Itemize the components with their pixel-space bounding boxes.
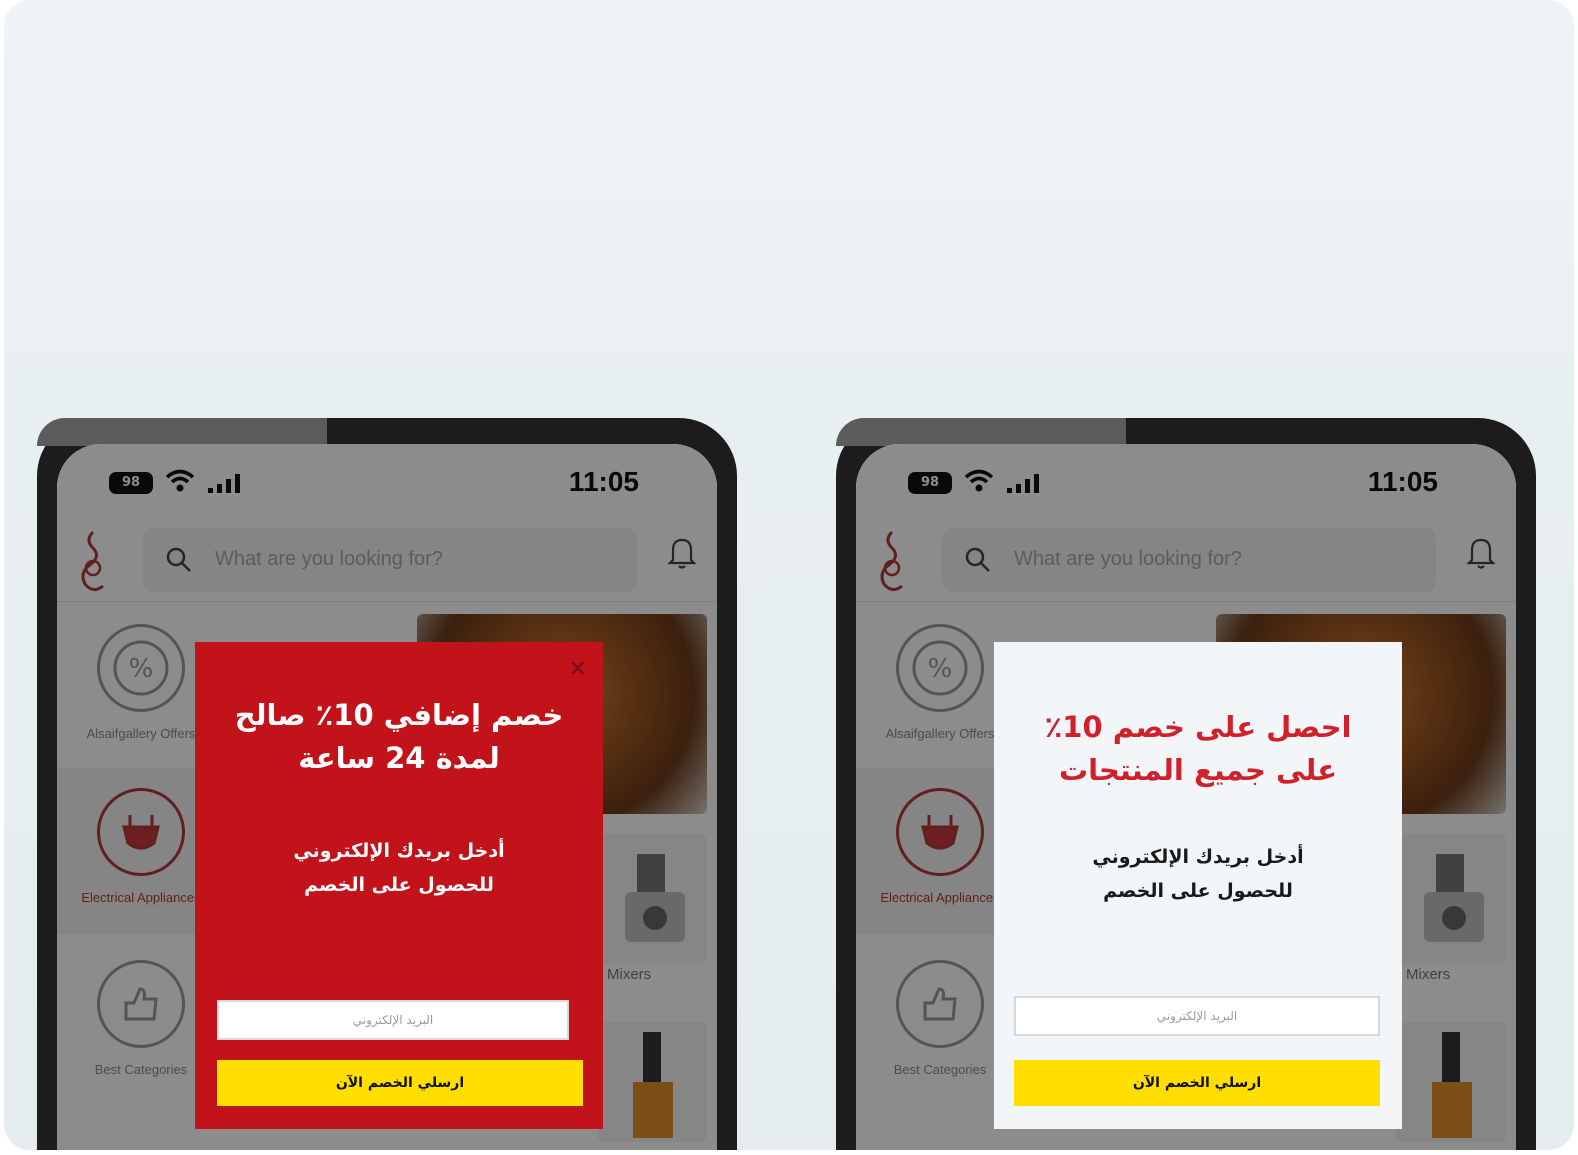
- phone-screen: 98 11:05 What are you looking for? % Als…: [57, 444, 717, 1150]
- popup-title: خصم إضافي 10٪ صالح لمدة 24 ساعة: [234, 698, 564, 775]
- discount-popup-white: احصل على خصم 10٪ على جميع المنتجات أدخل …: [994, 642, 1402, 1129]
- phone-bezel-highlight: [836, 418, 1126, 446]
- send-discount-button[interactable]: ارسلي الخصم الآن: [217, 1060, 583, 1106]
- popup-subtitle-line2: للحصول على الخصم: [304, 874, 494, 896]
- phone-screen: 98 11:05 What are you looking for? % Als…: [856, 444, 1516, 1150]
- popup-subtitle: أدخل بريدك الإلكتروني للحصول على الخصم: [1034, 840, 1362, 908]
- popup-subtitle: أدخل بريدك الإلكتروني للحصول على الخصم: [235, 834, 563, 902]
- popup-subtitle-line2: للحصول على الخصم: [1103, 880, 1293, 902]
- phone-bezel-highlight: [37, 418, 327, 446]
- phone-frame-red-variant: 98 11:05 What are you looking for? % Als…: [37, 418, 737, 1150]
- send-discount-button[interactable]: ارسلي الخصم الآن: [1014, 1060, 1380, 1106]
- close-icon[interactable]: ×: [569, 656, 587, 681]
- discount-popup-red: × خصم إضافي 10٪ صالح لمدة 24 ساعة أدخل ب…: [195, 642, 603, 1129]
- phone-frame-white-variant: 98 11:05 What are you looking for? % Als…: [836, 418, 1536, 1150]
- popup-title: احصل على خصم 10٪ على جميع المنتجات: [1044, 710, 1352, 787]
- showcase-canvas: 98 11:05 What are you looking for? % Als…: [4, 0, 1574, 1150]
- email-field[interactable]: البريد الإلكتروني: [1014, 996, 1380, 1036]
- popup-subtitle-line1: أدخل بريدك الإلكتروني: [1092, 846, 1304, 868]
- email-field[interactable]: البريد الإلكتروني: [217, 1000, 569, 1040]
- popup-subtitle-line1: أدخل بريدك الإلكتروني: [293, 840, 505, 862]
